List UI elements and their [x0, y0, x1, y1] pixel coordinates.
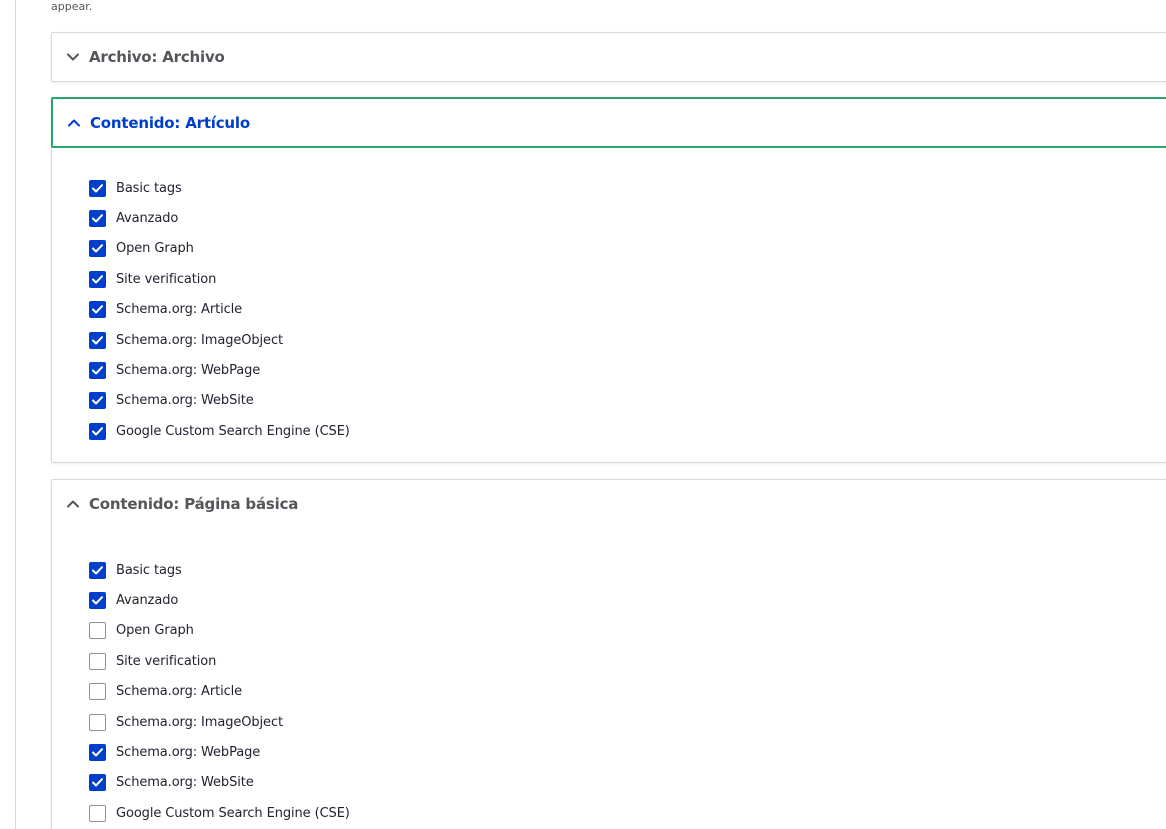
- checkbox-unchecked[interactable]: [89, 652, 106, 670]
- checkbox-label: Avanzado: [116, 593, 179, 609]
- checkbox-label: Schema.org: ImageObject: [116, 714, 283, 730]
- checkbox-checked[interactable]: [89, 362, 106, 380]
- checkbox-checked[interactable]: [89, 392, 106, 410]
- checkbox-checked[interactable]: [89, 744, 106, 762]
- chevron-up-icon: [66, 115, 82, 131]
- checkbox-label: Schema.org: WebSite: [116, 775, 254, 791]
- checkbox-label: Schema.org: Article: [116, 684, 243, 700]
- checkmark-icon: [92, 565, 103, 575]
- checkbox-option[interactable]: Basic tags: [89, 173, 350, 203]
- description-text: appear.: [51, 0, 93, 13]
- checkmark-icon: [92, 427, 103, 436]
- checkbox-label: Schema.org: WebSite: [116, 393, 254, 409]
- chevron-down-icon: [65, 49, 81, 65]
- checkbox-option[interactable]: Google Custom Search Engine (CSE): [89, 798, 350, 828]
- checkbox-checked[interactable]: [89, 422, 106, 440]
- checkbox-option[interactable]: Schema.org: ImageObject: [89, 325, 350, 355]
- checkbox-option[interactable]: Schema.org: WebSite: [89, 386, 350, 416]
- panel-title: Archivo: Archivo: [89, 48, 225, 66]
- checkbox-checked[interactable]: [89, 210, 106, 228]
- checkbox-label: Open Graph: [116, 241, 194, 257]
- panel-contenido-articulo: Contenido: Artículo Basic tags Avanzado Op…: [51, 97, 1166, 463]
- checkbox-option[interactable]: Avanzado: [89, 203, 350, 233]
- checkbox-list: Basic tags Avanzado Open Graph Site verific…: [89, 555, 350, 829]
- checkbox-option[interactable]: Schema.org: ImageObject: [89, 707, 350, 737]
- checkbox-label: Schema.org: Article: [116, 302, 243, 318]
- checkbox-option[interactable]: Schema.org: Article: [89, 677, 350, 707]
- panel-title: Contenido: Artículo: [90, 113, 250, 132]
- checkbox-label: Site verification: [116, 653, 217, 669]
- checkmark-icon: [92, 183, 103, 193]
- checkbox-checked[interactable]: [89, 301, 106, 319]
- checkbox-checked[interactable]: [89, 592, 106, 610]
- checkmark-icon: [92, 748, 103, 757]
- checkbox-label: Google Custom Search Engine (CSE): [116, 805, 350, 821]
- checkbox-option[interactable]: Open Graph: [89, 616, 350, 646]
- checkbox-option[interactable]: Schema.org: WebSite: [89, 768, 350, 798]
- checkbox-checked[interactable]: [89, 270, 106, 288]
- checkbox-checked[interactable]: [89, 240, 106, 258]
- checkmark-icon: [92, 778, 103, 787]
- panel-title: Contenido: Página básica: [89, 495, 299, 513]
- checkbox-label: Schema.org: ImageObject: [116, 332, 283, 348]
- settings-page: appear. Archivo: Archivo Contenido: Artí…: [0, 0, 1166, 829]
- checkbox-label: Site verification: [116, 271, 217, 287]
- checkmark-icon: [92, 596, 103, 605]
- checkmark-icon: [92, 396, 103, 405]
- checkbox-checked[interactable]: [89, 561, 106, 579]
- checkbox-unchecked[interactable]: [89, 713, 106, 731]
- checkbox-option[interactable]: Schema.org: Article: [89, 295, 350, 325]
- checkmark-icon: [92, 366, 103, 375]
- checkbox-label: Schema.org: WebPage: [116, 363, 261, 379]
- checkbox-unchecked[interactable]: [89, 622, 106, 640]
- panel-articulo-toggle[interactable]: Contenido: Artículo: [51, 97, 1166, 148]
- checkbox-label: Basic tags: [116, 562, 182, 578]
- checkbox-label: Basic tags: [116, 180, 182, 196]
- checkbox-option[interactable]: Site verification: [89, 646, 350, 676]
- checkbox-option[interactable]: Open Graph: [89, 234, 350, 264]
- checkmark-icon: [92, 275, 103, 284]
- checkbox-label: Google Custom Search Engine (CSE): [116, 423, 350, 439]
- checkbox-option[interactable]: Site verification: [89, 264, 350, 294]
- checkbox-option[interactable]: Avanzado: [89, 585, 350, 615]
- chevron-up-icon: [65, 496, 81, 512]
- panel-archivo-toggle[interactable]: Archivo: Archivo: [52, 33, 1166, 81]
- checkbox-checked[interactable]: [89, 331, 106, 349]
- checkmark-icon: [92, 244, 103, 253]
- checkbox-option[interactable]: Basic tags: [89, 555, 350, 585]
- checkbox-label: Avanzado: [116, 211, 179, 227]
- checkbox-option[interactable]: Google Custom Search Engine (CSE): [89, 416, 350, 446]
- left-divider: [15, 0, 16, 829]
- checkmark-icon: [92, 335, 103, 345]
- checkmark-icon: [92, 305, 103, 314]
- checkbox-label: Open Graph: [116, 623, 194, 639]
- checkbox-checked[interactable]: [89, 774, 106, 792]
- checkbox-list: Basic tags Avanzado Open Graph Site verific…: [89, 173, 350, 447]
- checkbox-checked[interactable]: [89, 179, 106, 197]
- checkmark-icon: [92, 214, 103, 223]
- panel-pagina-basica-toggle[interactable]: Contenido: Página básica: [52, 480, 1166, 528]
- checkbox-option[interactable]: Schema.org: WebPage: [89, 355, 350, 385]
- checkbox-label: Schema.org: WebPage: [116, 745, 261, 761]
- checkbox-option[interactable]: Schema.org: WebPage: [89, 737, 350, 767]
- checkbox-unchecked[interactable]: [89, 683, 106, 701]
- panel-contenido-pagina-basica: Contenido: Página básica Basic tags Avanz…: [51, 479, 1166, 829]
- panel-archivo: Archivo: Archivo: [51, 32, 1166, 82]
- checkbox-unchecked[interactable]: [89, 804, 106, 822]
